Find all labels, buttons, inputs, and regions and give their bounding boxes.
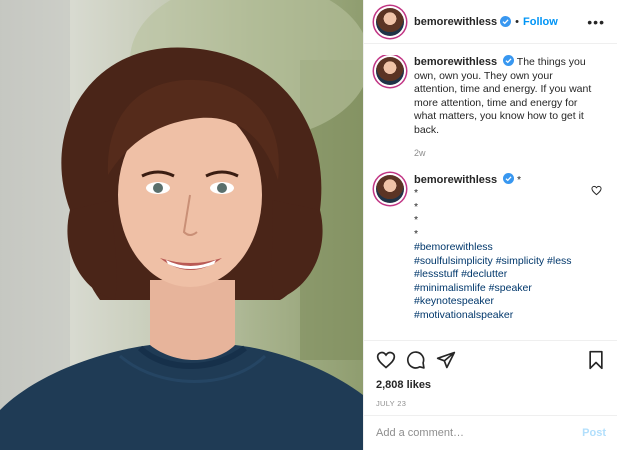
comment-asterisk: * (414, 187, 419, 199)
hashtag-line[interactable]: #bemorewithless (414, 241, 594, 255)
avatar[interactable] (376, 174, 404, 203)
hashtag-line[interactable]: #lessstuff #declutter (414, 268, 594, 282)
comment-asterisk: * (414, 227, 419, 240)
verified-badge-icon (503, 55, 515, 66)
likes-count[interactable]: 2,808 likes (376, 379, 606, 391)
post-side-panel: bemorewithless • Follow ••• bemorewithle… (363, 0, 617, 450)
caption-item: bemorewithless The things you own, own y… (376, 55, 606, 161)
add-comment-input[interactable] (376, 427, 583, 439)
hashtag-line[interactable]: #motivationalspeaker (414, 309, 594, 323)
add-comment-bar: Post (364, 415, 617, 450)
hashtag-line[interactable]: #soulfulsimplicity #simplicity #less (414, 255, 594, 269)
verified-badge-icon (503, 172, 515, 184)
comment-asterisk: * (516, 173, 522, 186)
follow-button[interactable]: Follow (523, 16, 558, 28)
comment-item: bemorewithless * * * * * #bemorewithless… (376, 172, 606, 323)
more-options-icon[interactable]: ••• (587, 15, 605, 29)
post-comment-button[interactable]: Post (582, 427, 606, 439)
comment-icon[interactable] (406, 350, 426, 370)
portrait-image (0, 0, 363, 450)
comment-like-heart-icon[interactable] (591, 185, 602, 196)
caption-username[interactable]: bemorewithless (414, 56, 497, 68)
comments-list[interactable]: bemorewithless The things you own, own y… (364, 55, 617, 340)
avatar[interactable] (376, 7, 404, 36)
comment-asterisk: * (414, 214, 419, 226)
verified-badge-icon (500, 16, 512, 27)
post-header: bemorewithless • Follow ••• (364, 0, 617, 44)
post-photo[interactable] (0, 0, 363, 450)
post-dialog: bemorewithless • Follow ••• bemorewithle… (0, 0, 617, 450)
header-username[interactable]: bemorewithless (414, 16, 497, 28)
header-separator-dot: • (515, 15, 519, 28)
post-actions: 2,808 likes JULY 23 (364, 340, 617, 408)
avatar[interactable] (376, 57, 404, 85)
caption-age[interactable]: 2w (414, 147, 594, 161)
share-icon[interactable] (436, 350, 456, 370)
comment-body: bemorewithless * * * * * #bemorewithless… (414, 172, 594, 323)
action-icons (376, 349, 606, 371)
comment-username[interactable]: bemorewithless (414, 174, 497, 186)
hashtag-line[interactable]: #minimalismlife #speaker (414, 282, 594, 296)
hashtag-line[interactable]: #keynotespeaker (414, 295, 594, 309)
comment-asterisk: * (414, 200, 419, 213)
post-date[interactable]: JULY 23 (376, 399, 606, 408)
caption-body: bemorewithless The things you own, own y… (414, 55, 594, 161)
bookmark-icon[interactable] (586, 350, 606, 370)
heart-icon[interactable] (376, 350, 396, 370)
